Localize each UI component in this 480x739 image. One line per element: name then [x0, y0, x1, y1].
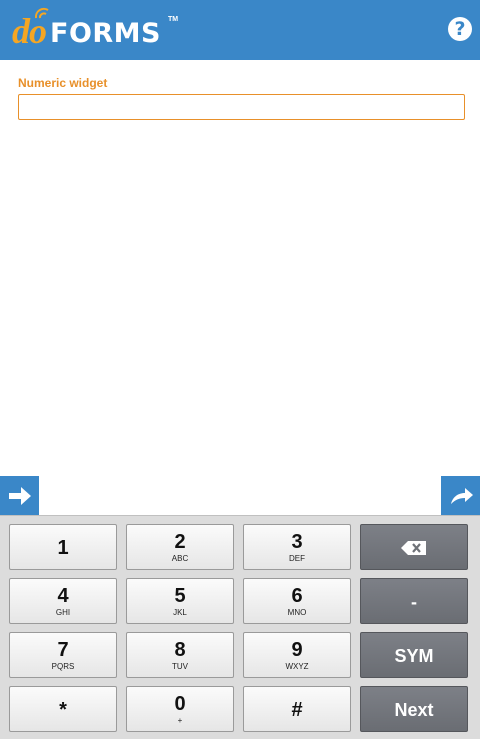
help-button[interactable]: ?: [448, 17, 472, 41]
key-letters: PQRS: [51, 662, 75, 671]
key-label: -: [411, 592, 417, 612]
doforms-logo: do FORMS TM: [12, 6, 192, 54]
numeric-input[interactable]: [18, 94, 465, 120]
next-page-button[interactable]: [0, 476, 39, 515]
key-label: SYM: [394, 646, 434, 666]
next-key[interactable]: Next: [360, 686, 468, 732]
logo-trademark: TM: [168, 16, 179, 23]
arrow-right-icon: [8, 486, 31, 505]
key-letters: DEF: [289, 554, 305, 563]
key-label: #: [291, 699, 303, 721]
previous-page-button[interactable]: [441, 476, 480, 515]
key-1[interactable]: 1: [9, 524, 117, 570]
key-letters: GHI: [55, 608, 71, 617]
key-6[interactable]: 6 MNO: [243, 578, 351, 624]
key-8[interactable]: 8 TUV: [126, 632, 234, 678]
key-label: 4: [57, 585, 69, 607]
key-9[interactable]: 9 WXYZ: [243, 632, 351, 678]
logo-forms-text: FORMS: [50, 18, 162, 49]
backspace-key[interactable]: [360, 524, 468, 570]
backspace-icon: [401, 541, 426, 555]
key-label: 2: [174, 531, 186, 553]
key-label: *: [59, 699, 67, 721]
sym-key[interactable]: SYM: [360, 632, 468, 678]
field-label: Numeric widget: [18, 76, 108, 90]
key-label: 7: [57, 639, 69, 661]
key-label: Next: [394, 700, 434, 720]
key-label: 3: [291, 531, 303, 553]
key-3[interactable]: 3 DEF: [243, 524, 351, 570]
key-label: 9: [291, 639, 303, 661]
key-letters: WXYZ: [285, 662, 309, 671]
key-label: 0: [174, 693, 186, 715]
key-star[interactable]: *: [9, 686, 117, 732]
key-0[interactable]: 0 +: [126, 686, 234, 732]
key-letters: +: [177, 716, 183, 725]
key-5[interactable]: 5 JKL: [126, 578, 234, 624]
key-letters: TUV: [172, 662, 188, 671]
numeric-keypad: 1 2 ABC 3 DEF 4 GHI 5 JKL 6 MNO - 7 PQRS…: [0, 515, 480, 739]
app-header: do FORMS TM ?: [0, 0, 480, 60]
key-letters: JKL: [173, 608, 187, 617]
key-hash[interactable]: #: [243, 686, 351, 732]
key-7[interactable]: 7 PQRS: [9, 632, 117, 678]
key-label: 8: [174, 639, 186, 661]
key-label: 5: [174, 585, 186, 607]
key-letters: ABC: [171, 554, 189, 563]
key-label: 1: [57, 537, 69, 559]
key-label: 6: [291, 585, 303, 607]
key-2[interactable]: 2 ABC: [126, 524, 234, 570]
key-4[interactable]: 4 GHI: [9, 578, 117, 624]
minus-key[interactable]: -: [360, 578, 468, 624]
undo-arrow-icon: [450, 487, 473, 504]
key-letters: MNO: [287, 608, 307, 617]
logo-do-text: do: [12, 11, 47, 51]
